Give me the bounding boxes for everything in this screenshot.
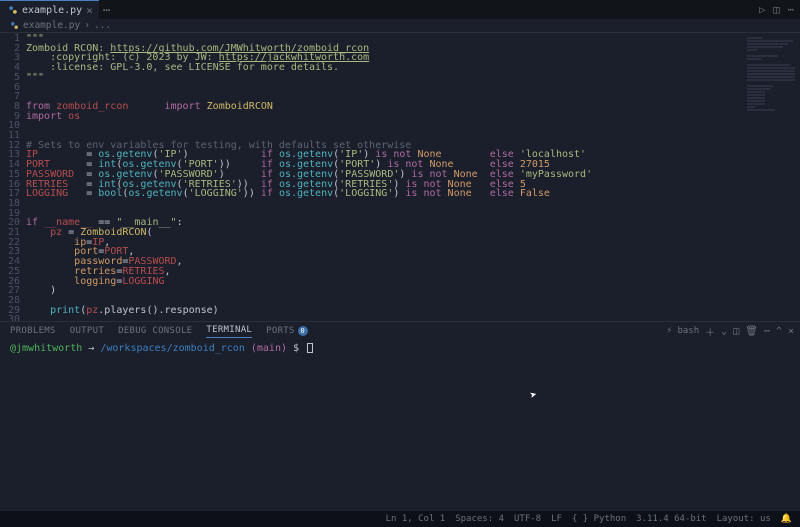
notifications-icon[interactable]: 🔔 [781,514,792,524]
breadcrumb-more: ... [94,20,111,31]
status-cursor-position[interactable]: Ln 1, Col 1 [386,514,446,524]
mouse-cursor-icon: ➤ [528,387,539,402]
status-encoding[interactable]: UTF-8 [514,514,541,524]
terminal-dropdown-icon[interactable]: ⌄ [721,326,727,337]
status-bar: Ln 1, Col 1 Spaces: 4 UTF-8 LF { } Pytho… [0,511,800,527]
line-number-gutter: 1234567891011121314151617181920212223242… [0,33,26,321]
breadcrumb[interactable]: example.py › ... [0,19,800,33]
split-editor-icon[interactable]: ◫ [773,4,779,16]
panel-tab-bar: PROBLEMS OUTPUT DEBUG CONSOLE TERMINAL P… [0,322,800,340]
python-file-icon [8,5,18,15]
panel-tab-terminal[interactable]: TERMINAL [206,325,252,338]
panel-tab-ports[interactable]: PORTS0 [266,326,308,336]
terminal-shell-label[interactable]: ⚡ bash [667,326,700,336]
tab-filename: example.py [22,5,82,16]
close-tab-icon[interactable]: × [86,4,93,17]
tab-bar: example.py × ⋯ ▷ ◫ ⋯ [0,0,800,19]
new-terminal-icon[interactable]: ＋ [705,324,715,339]
prompt-user: @jmwhitworth [10,343,82,354]
prompt-path: /workspaces/zomboid_rcon [100,343,245,354]
kill-terminal-icon[interactable]: 🗑 [745,326,758,337]
run-file-icon[interactable]: ▷ [759,4,765,16]
terminal-overflow-icon[interactable]: ⋯ [764,326,770,337]
run-controls: ▷ ◫ ⋯ [759,4,794,16]
maximize-panel-icon[interactable]: ^ [776,326,782,337]
status-eol[interactable]: LF [551,514,562,524]
terminal-cursor [307,343,313,353]
panel: PROBLEMS OUTPUT DEBUG CONSOLE TERMINAL P… [0,321,800,511]
terminal[interactable]: @jmwhitworth → /workspaces/zomboid_rcon … [0,340,800,511]
more-actions-icon[interactable]: ⋯ [788,4,794,16]
breadcrumb-file: example.py [23,20,80,31]
status-language[interactable]: { } Python [572,514,626,524]
minimap[interactable] [745,33,800,321]
editor-tab-example[interactable]: example.py × [0,0,99,19]
code-editor[interactable]: """ Zomboid RCON: https://github.com/JMW… [26,33,745,321]
close-panel-icon[interactable]: × [788,326,794,337]
panel-tab-output[interactable]: OUTPUT [70,326,104,336]
ports-count-badge: 0 [298,326,308,336]
status-layout[interactable]: Layout: us [717,514,771,524]
chevron-right-icon: › [84,20,90,31]
status-python-interpreter[interactable]: 3.11.4 64-bit [636,514,706,524]
prompt-branch: (main) [251,343,287,354]
panel-tab-debug-console[interactable]: DEBUG CONSOLE [118,326,192,336]
python-file-icon [10,21,19,30]
prompt-dollar: $ [293,343,299,354]
tab-overflow-button[interactable]: ⋯ [103,3,112,17]
editor-area: 1234567891011121314151617181920212223242… [0,33,800,321]
panel-tab-problems[interactable]: PROBLEMS [10,326,56,336]
split-terminal-icon[interactable]: ◫ [733,326,739,337]
status-indentation[interactable]: Spaces: 4 [455,514,504,524]
